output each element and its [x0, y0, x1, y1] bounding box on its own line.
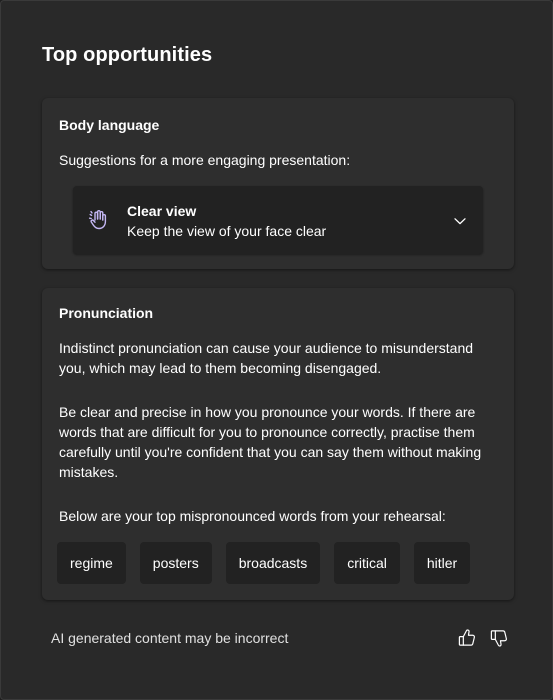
body-language-card: Body language Suggestions for a more eng… [42, 98, 514, 269]
chevron-down-icon[interactable] [453, 214, 467, 228]
pronunciation-paragraph-2: Be clear and precise in how you pronounc… [59, 404, 482, 480]
word-chip-posters[interactable]: posters [139, 542, 212, 584]
word-chip-hitler[interactable]: hitler [413, 542, 471, 584]
pronunciation-card: Pronunciation Indistinct pronunciation c… [42, 288, 514, 600]
thumbs-down-icon[interactable] [488, 627, 510, 649]
body-language-heading: Body language [59, 117, 160, 133]
word-chip-broadcasts[interactable]: broadcasts [225, 542, 321, 584]
page-title: Top opportunities [42, 44, 213, 66]
pronunciation-paragraph-3: Below are your top mispronounced words f… [59, 508, 446, 524]
suggestion-title: Clear view [127, 203, 197, 219]
body-language-intro: Suggestions for a more engaging presenta… [59, 152, 351, 168]
word-chip-critical[interactable]: critical [334, 542, 400, 584]
pronunciation-paragraph-1: Indistinct pronunciation can cause your … [59, 340, 474, 376]
thumbs-up-icon[interactable] [456, 627, 478, 649]
raised-hand-icon [88, 210, 107, 230]
pronunciation-heading: Pronunciation [59, 305, 154, 321]
word-chip-regime[interactable]: regime [57, 542, 126, 584]
suggestion-description: Keep the view of your face clear [127, 223, 327, 239]
mispronounced-words-list: regime posters broadcasts critical hitle… [57, 542, 471, 584]
ai-disclaimer: AI generated content may be incorrect [51, 630, 289, 646]
top-opportunities-panel: Top opportunities Body language Suggesti… [0, 0, 553, 700]
clear-view-suggestion[interactable]: Clear view Keep the view of your face cl… [73, 186, 483, 254]
